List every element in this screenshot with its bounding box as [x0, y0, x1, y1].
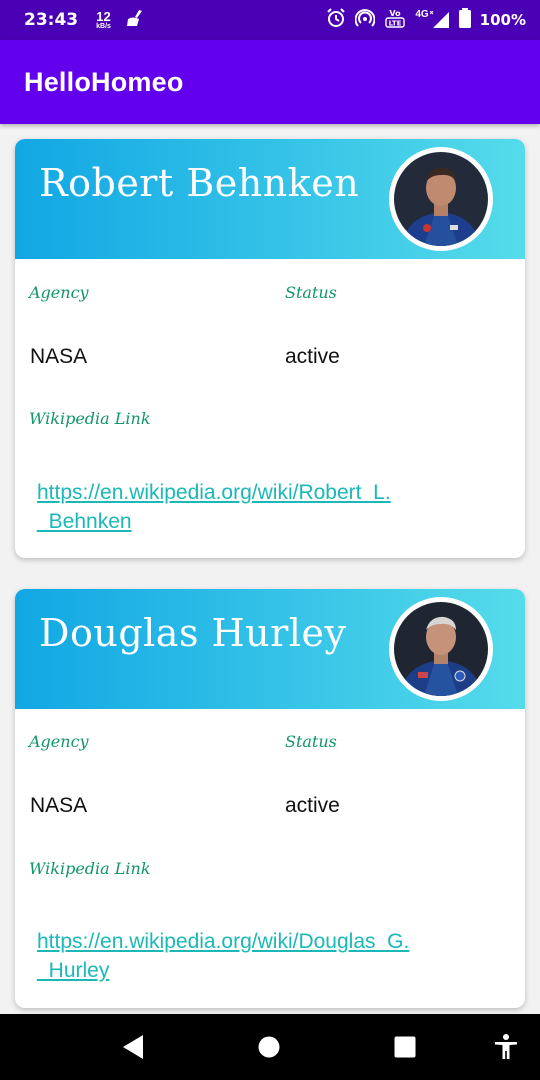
astronaut-card[interactable]: Douglas Hurley Agency Status NASA active… [15, 589, 525, 1008]
network-type: 4G [415, 9, 429, 20]
astronaut-photo [394, 152, 488, 246]
clean-icon [125, 9, 147, 32]
agency-label: Agency [29, 283, 89, 302]
alarm-icon [326, 7, 346, 33]
hotspot-icon [354, 8, 376, 33]
accessibility-icon [495, 1034, 517, 1059]
svg-text:LTE: LTE [389, 19, 402, 27]
wikipedia-link-line2[interactable]: _Hurley [37, 956, 487, 985]
recents-icon [394, 1036, 416, 1058]
home-icon [258, 1036, 280, 1058]
wikipedia-link-line1[interactable]: https://en.wikipedia.org/wiki/Douglas_G. [37, 927, 487, 956]
status-bar: 23:43 12 kB/s Vo LTE 4G 100% [0, 0, 540, 40]
agency-value: NASA [30, 345, 88, 368]
avatar [389, 147, 493, 251]
astronaut-photo [394, 602, 488, 696]
battery-percent: 100% [479, 11, 526, 29]
back-button[interactable] [108, 1014, 158, 1080]
status-time: 23:43 [24, 10, 79, 30]
astronaut-name: Douglas Hurley [39, 611, 347, 655]
signal-icon: 4G [415, 9, 449, 29]
home-button[interactable] [244, 1014, 294, 1080]
status-value: active [285, 794, 340, 817]
status-value: active [285, 345, 340, 368]
astronaut-name: Robert Behnken [39, 161, 360, 205]
app-title: HelloHomeo [24, 66, 184, 97]
wikipedia-link[interactable]: https://en.wikipedia.org/wiki/Robert_L. … [37, 478, 487, 536]
wikipedia-link-label: Wikipedia Link [29, 409, 151, 428]
navigation-bar [0, 1014, 540, 1080]
agency-value: NASA [30, 794, 88, 817]
battery-icon [458, 7, 471, 33]
card-header: Robert Behnken [15, 139, 525, 259]
astronaut-card[interactable]: Robert Behnken Agency Status NASA active… [15, 139, 525, 558]
status-label: Status [285, 283, 337, 302]
accessibility-button[interactable] [484, 1014, 528, 1080]
recents-button[interactable] [380, 1014, 430, 1080]
volte-icon: Vo LTE [384, 7, 406, 34]
app-bar: HelloHomeo [0, 40, 540, 124]
network-speed-value: 12 [96, 9, 111, 24]
network-speed: 12 kB/s [96, 10, 111, 30]
wikipedia-link[interactable]: https://en.wikipedia.org/wiki/Douglas_G.… [37, 927, 487, 985]
network-speed-unit: kB/s [96, 23, 111, 30]
svg-text:Vo: Vo [390, 9, 402, 18]
wikipedia-link-line2[interactable]: _Behnken [37, 507, 487, 536]
wikipedia-link-line1[interactable]: https://en.wikipedia.org/wiki/Robert_L. [37, 478, 487, 507]
back-icon [123, 1035, 143, 1059]
avatar [389, 597, 493, 701]
agency-label: Agency [29, 732, 89, 751]
status-label: Status [285, 732, 337, 751]
wikipedia-link-label: Wikipedia Link [29, 859, 151, 878]
card-header: Douglas Hurley [15, 589, 525, 709]
astronaut-list[interactable]: Robert Behnken Agency Status NASA active… [0, 124, 540, 1014]
status-icons: Vo LTE 4G 100% [326, 7, 526, 34]
